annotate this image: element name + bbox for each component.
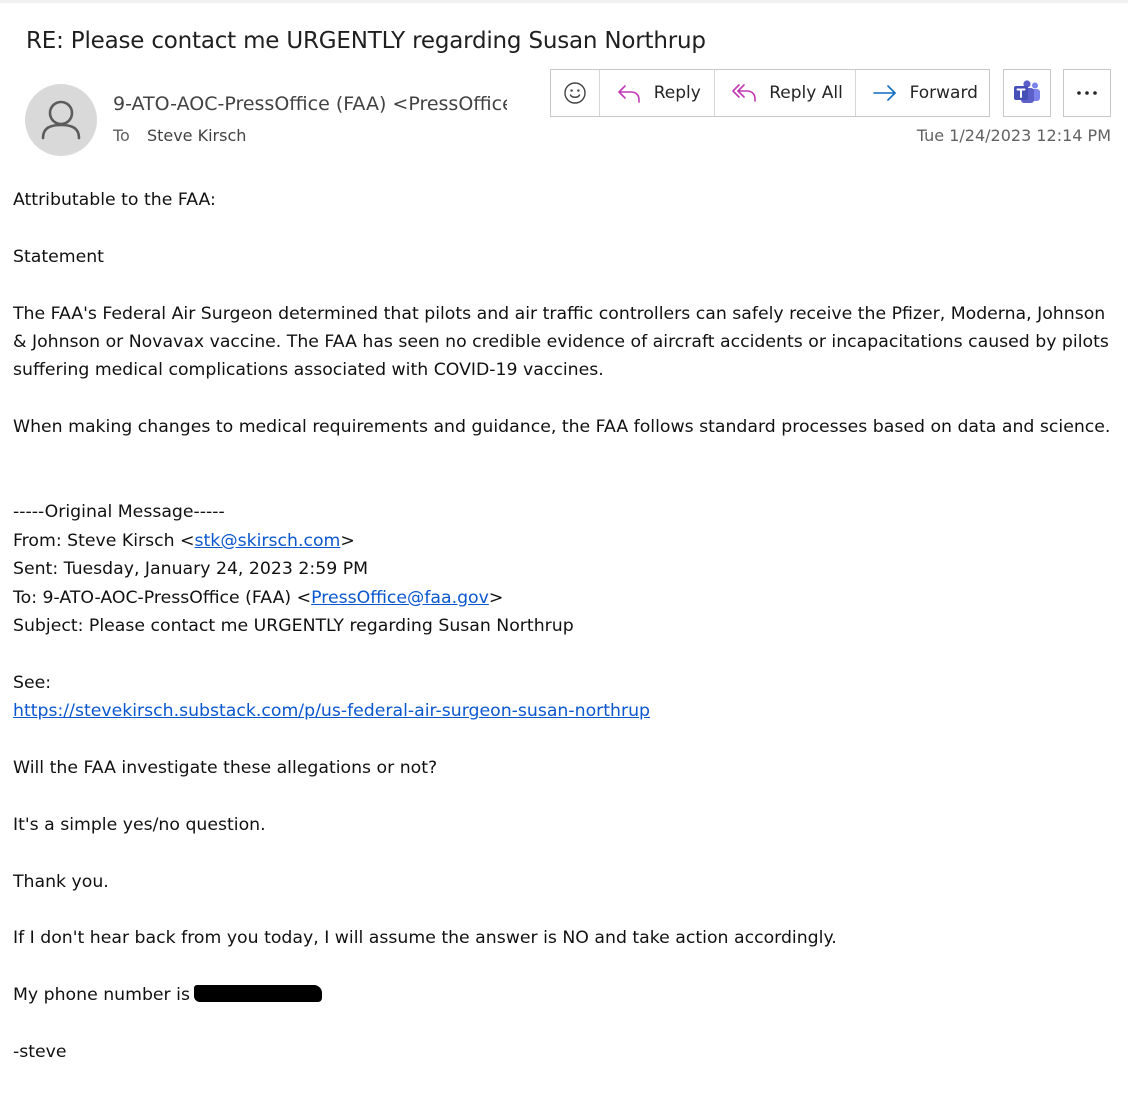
more-actions-button[interactable] (1063, 69, 1111, 117)
recipient-row: To Steve Kirsch (113, 126, 246, 145)
teams-button[interactable] (1003, 69, 1051, 117)
reaction-button[interactable] (551, 70, 600, 116)
email-subject: RE: Please contact me URGENTLY regarding… (26, 28, 706, 54)
reply-icon (617, 85, 640, 103)
sender-name[interactable]: 9-ATO-AOC-PressOffice (FAA) <PressOffice… (113, 93, 507, 115)
from-prefix: From: Steve Kirsch < (13, 530, 195, 551)
article-link[interactable]: https://stevekirsch.substack.com/p/us-fe… (13, 701, 650, 721)
question-2: It's a simple yes/no question. (13, 814, 266, 835)
original-message-header: -----Original Message----- (13, 502, 225, 523)
statement-paragraph-2: When making changes to medical requireme… (13, 417, 1111, 438)
reply-label: Reply (653, 83, 701, 103)
top-divider (0, 0, 1128, 3)
message-actions: Reply Reply All Forward (550, 69, 990, 117)
attribution-line: Attributable to the FAA: (13, 190, 216, 210)
emoji-icon (564, 82, 586, 104)
statement-heading: Statement (13, 246, 104, 267)
from-email-link[interactable]: stk@skirsch.com (195, 531, 341, 551)
to-email-link[interactable]: PressOffice@faa.gov (311, 588, 489, 608)
warning-line: If I don't hear back from you today, I w… (13, 928, 837, 949)
teams-icon (1014, 80, 1040, 103)
reply-all-icon (732, 84, 757, 102)
original-to-line: To: 9-ATO-AOC-PressOffice (FAA) <PressOf… (13, 584, 1113, 612)
recipient-name[interactable]: Steve Kirsch (147, 126, 246, 145)
thank-you: Thank you. (13, 871, 109, 892)
reply-all-button[interactable]: Reply All (715, 70, 856, 116)
forward-label: Forward (909, 83, 978, 103)
signoff: -steve (13, 1042, 67, 1063)
forward-icon (872, 85, 896, 101)
statement-paragraph-1: The FAA's Federal Air Surgeon determined… (13, 303, 1109, 381)
forward-button[interactable]: Forward (856, 70, 989, 116)
to-prefix: To: 9-ATO-AOC-PressOffice (FAA) < (13, 587, 312, 608)
reply-all-label: Reply All (769, 83, 843, 103)
from-suffix: > (340, 530, 355, 551)
to-suffix: > (488, 587, 504, 608)
phone-line: My phone number is (13, 981, 1113, 1009)
to-label: To (113, 126, 130, 145)
see-label: See: (13, 672, 52, 693)
more-icon (1077, 91, 1097, 95)
original-subject-line: Subject: Please contact me URGENTLY rega… (13, 616, 574, 637)
reply-button[interactable]: Reply (600, 70, 716, 116)
original-from-line: From: Steve Kirsch <stk@skirsch.com> (13, 527, 1113, 555)
phone-label: My phone number is (13, 985, 190, 1006)
avatar-icon[interactable] (25, 84, 97, 156)
message-body: Attributable to the FAA: Statement The F… (13, 186, 1113, 1066)
sent-timestamp: Tue 1/24/2023 12:14 PM (916, 126, 1111, 145)
question-1: Will the FAA investigate these allegatio… (13, 758, 438, 779)
redacted-phone-number (193, 985, 322, 1003)
original-sent-line: Sent: Tuesday, January 24, 2023 2:59 PM (13, 559, 369, 580)
